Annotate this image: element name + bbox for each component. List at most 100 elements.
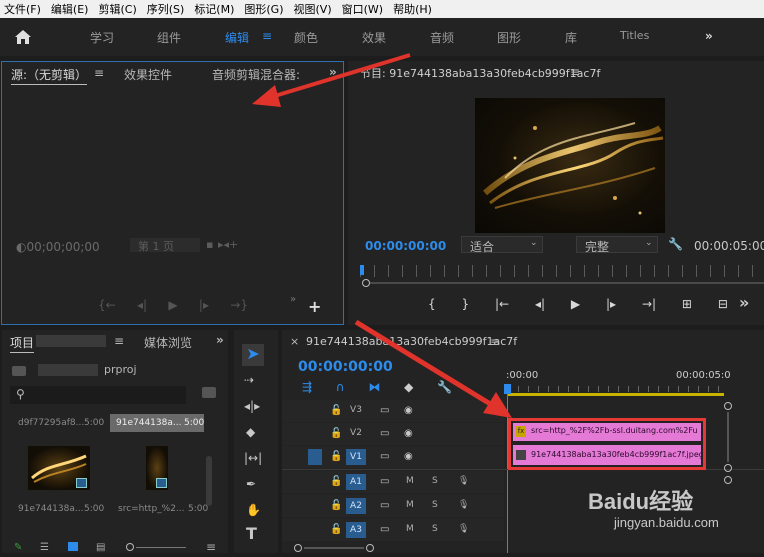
go-to-out-icon[interactable]: →| <box>642 297 656 311</box>
extract-icon[interactable]: ⊟ <box>718 297 728 311</box>
zoom-scrollbar[interactable] <box>370 282 764 284</box>
solo-button[interactable]: S <box>432 524 438 534</box>
menu-help[interactable]: 帮助(H) <box>389 1 438 17</box>
horizontal-scrollbar[interactable] <box>304 547 364 549</box>
track-select-icon[interactable]: ⇢ <box>244 374 254 386</box>
menu-file[interactable]: 文件(F) <box>0 1 47 17</box>
zoom-slider-handle[interactable] <box>126 543 134 551</box>
step-back-icon[interactable]: ◂| <box>137 298 147 312</box>
menu-graphics[interactable]: 图形(G) <box>240 1 289 17</box>
solo-button[interactable]: S <box>432 476 438 486</box>
lock-icon[interactable]: 🔓 <box>330 405 342 417</box>
toggle-sync-icon[interactable]: ▭ <box>380 500 389 512</box>
eye-icon[interactable]: ◉ <box>404 451 413 463</box>
tab-graphics[interactable]: 图形 <box>497 29 521 46</box>
playhead-marker[interactable] <box>504 384 511 394</box>
track-label-a3[interactable]: A3 <box>346 522 366 538</box>
timeline-timecode[interactable]: 00:00:00:00 <box>298 359 393 375</box>
menu-window[interactable]: 窗口(W) <box>338 1 389 17</box>
tab-effects[interactable]: 效果 <box>362 29 386 46</box>
play-icon[interactable]: ▶ <box>571 297 580 311</box>
tab-audio-clip-mixer[interactable]: 音频剪辑混合器: <box>212 66 300 83</box>
microphone-icon[interactable]: 🎙 <box>458 500 469 510</box>
tab-editing[interactable]: 编辑 <box>225 29 249 46</box>
lock-icon[interactable]: 🔓 <box>330 500 342 512</box>
insert-nest-icon[interactable]: ⇶ <box>302 380 312 394</box>
timeline-settings-icon[interactable]: 🔧 <box>437 380 452 394</box>
program-title[interactable]: 节目: 91e744138aba13a30feb4cb999f1ac7f <box>360 65 600 81</box>
program-timecode[interactable]: 00:00:00:00 <box>365 239 446 253</box>
timeline-ruler[interactable] <box>508 386 724 392</box>
menu-view[interactable]: 视图(V) <box>290 1 338 17</box>
timeline-tab[interactable]: 91e744138aba13a30feb4cb999f1ac7f <box>306 335 517 348</box>
vertical-scroll-handle[interactable] <box>724 476 732 484</box>
work-area-bar[interactable] <box>508 393 724 396</box>
project-overflow-icon[interactable]: » <box>216 333 224 347</box>
source-more-icon[interactable]: » <box>290 294 296 305</box>
program-ruler[interactable] <box>360 265 764 277</box>
tab-libraries[interactable]: 库 <box>565 29 577 46</box>
page-nav-icon[interactable]: ▸◂+ <box>218 238 238 251</box>
go-to-in-icon[interactable]: |← <box>495 297 509 311</box>
search-input[interactable]: ⚲ <box>10 386 186 404</box>
step-forward-icon[interactable]: |▸ <box>606 297 616 311</box>
tab-effect-controls[interactable]: 效果控件 <box>124 66 172 83</box>
new-bin-icon[interactable] <box>202 387 216 398</box>
eye-icon[interactable]: ◉ <box>404 405 413 417</box>
pencil-icon[interactable]: ✎ <box>14 542 22 553</box>
mark-in-icon[interactable]: {← <box>98 298 116 312</box>
toggle-sync-icon[interactable]: ▭ <box>380 524 389 536</box>
microphone-icon[interactable]: 🎙 <box>458 524 469 534</box>
toggle-sync-icon[interactable]: ▭ <box>380 476 389 488</box>
mute-button[interactable]: M <box>406 524 414 534</box>
mute-button[interactable]: M <box>406 500 414 510</box>
clip-v1[interactable]: 91e744138aba13a30feb4cb999f1ac7f.jpeg <box>513 445 701 465</box>
toggle-sync-icon[interactable]: ▭ <box>380 451 389 463</box>
source-menu-icon[interactable]: ≡ <box>94 66 104 80</box>
vertical-scrollbar[interactable] <box>727 412 729 462</box>
snap-icon[interactable]: ∩ <box>336 380 345 394</box>
zoom-handle[interactable] <box>362 279 370 287</box>
program-menu-icon[interactable]: ≡ <box>570 65 580 79</box>
hand-tool-icon[interactable]: ✋ <box>246 504 261 516</box>
type-tool-icon[interactable]: T <box>246 526 257 542</box>
clip-v2[interactable]: fx src=http_%2F%2Fb-ssl.duitang.com%2Fu <box>513 423 701 441</box>
step-back-icon[interactable]: ◂| <box>535 297 545 311</box>
panel-overflow-icon[interactable]: » <box>329 65 337 79</box>
razor-tool-icon[interactable]: ◆ <box>246 426 255 438</box>
horizontal-scroll-handle[interactable] <box>294 544 302 552</box>
lift-icon[interactable]: ⊞ <box>682 297 692 311</box>
project-panel-menu-icon[interactable]: ≡ <box>206 540 216 554</box>
quality-select[interactable]: 完整 ⌄ <box>576 236 658 254</box>
freeform-view-icon[interactable]: ▤ <box>96 542 105 553</box>
tab-project[interactable]: 项目 <box>10 334 35 353</box>
slip-tool-icon[interactable]: |↔| <box>244 452 262 464</box>
list-view-icon[interactable]: ☰ <box>40 542 49 553</box>
asset-thumbnail[interactable] <box>146 446 168 490</box>
toggle-sync-icon[interactable]: ▭ <box>380 428 389 440</box>
tab-titles[interactable]: Titles <box>620 29 649 42</box>
menu-marker[interactable]: 标记(M) <box>190 1 240 17</box>
ripple-edit-icon[interactable]: ◂|▸ <box>244 400 260 412</box>
zoom-slider[interactable] <box>136 547 186 548</box>
linked-selection-icon[interactable]: ⧓ <box>368 380 380 394</box>
more-workspaces-icon[interactable]: » <box>705 29 713 43</box>
step-forward-icon[interactable]: |▸ <box>199 298 209 312</box>
asset-selected[interactable]: 91e744138a... 5:00 <box>110 414 204 432</box>
mark-out-icon[interactable]: } <box>462 297 470 311</box>
lock-icon[interactable]: 🔓 <box>330 451 342 463</box>
asset-name[interactable]: 91e744138a... <box>18 504 83 514</box>
vertical-scroll-handle[interactable] <box>724 402 732 410</box>
workspace-menu-icon[interactable]: ≡ <box>262 29 272 43</box>
lock-icon[interactable]: 🔓 <box>330 524 342 536</box>
close-icon[interactable]: × <box>290 335 299 348</box>
selection-tool-icon[interactable]: ➤ <box>242 344 264 366</box>
tab-audio[interactable]: 音频 <box>430 29 454 46</box>
lock-icon[interactable]: 🔓 <box>330 476 342 488</box>
vertical-scroll-handle[interactable] <box>724 464 732 472</box>
add-marker-icon[interactable]: ◆ <box>404 380 413 394</box>
menu-sequence[interactable]: 序列(S) <box>143 1 191 17</box>
icon-view-icon[interactable] <box>68 542 78 551</box>
tab-media-browser[interactable]: 媒体浏览 <box>144 334 192 351</box>
lock-icon[interactable]: 🔓 <box>330 428 342 440</box>
